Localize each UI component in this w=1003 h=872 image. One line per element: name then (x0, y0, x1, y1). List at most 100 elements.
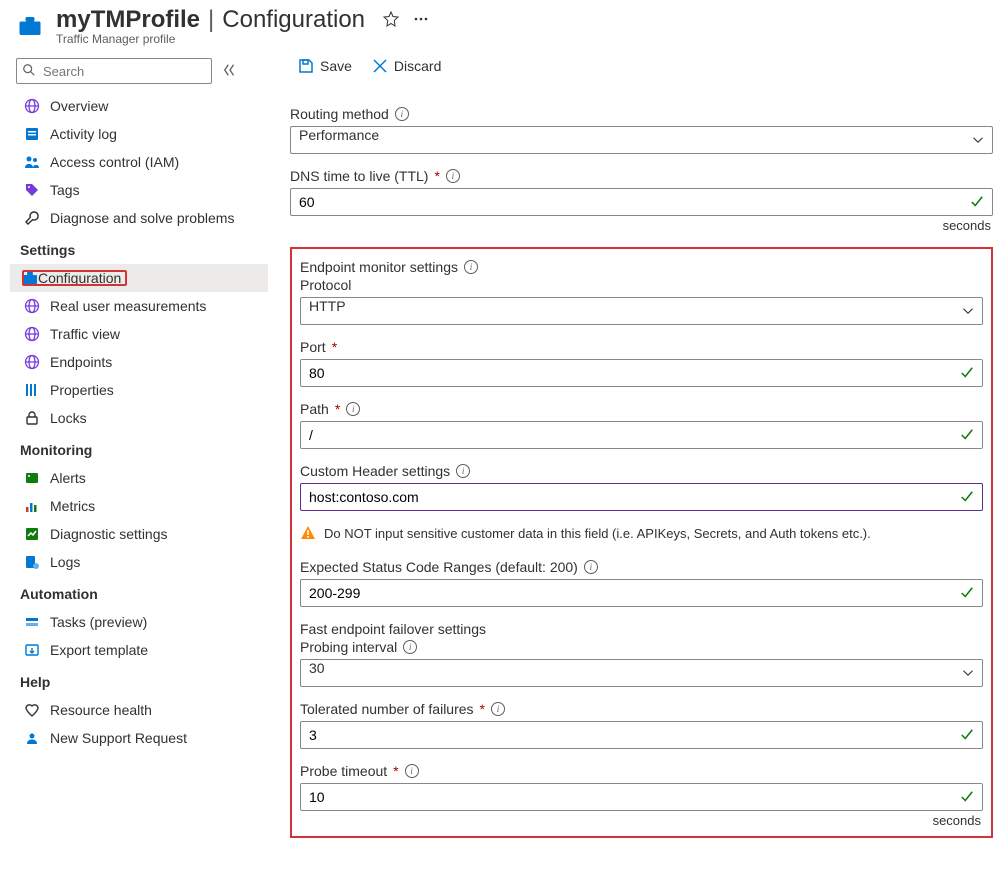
search-input[interactable] (16, 58, 212, 84)
path-input[interactable] (309, 422, 960, 448)
save-label: Save (320, 58, 352, 74)
sidebar-item-label: Real user measurements (50, 298, 206, 314)
info-icon[interactable]: i (405, 764, 419, 778)
page-title: myTMProfile (56, 6, 200, 34)
timeout-input[interactable] (309, 784, 960, 810)
more-button[interactable] (409, 7, 433, 34)
props-icon (24, 382, 40, 398)
sidebar-item-diagnostic-settings[interactable]: Diagnostic settings (10, 520, 268, 548)
info-icon[interactable]: i (491, 702, 505, 716)
sidebar-item-label: Properties (50, 382, 114, 398)
sidebar-item-label: Traffic view (50, 326, 120, 342)
field-tolerated-failures: Tolerated number of failures * i (300, 701, 983, 749)
sensitive-data-warning: Do NOT input sensitive customer data in … (300, 525, 983, 541)
sidebar-item-label: Export template (50, 642, 148, 658)
sidebar-item-access-control-iam[interactable]: Access control (IAM) (10, 148, 268, 176)
info-icon[interactable]: i (584, 560, 598, 574)
port-input[interactable] (309, 360, 960, 386)
failures-input[interactable] (309, 722, 960, 748)
title-separator: | (208, 6, 214, 34)
timeout-label: Probe timeout (300, 763, 387, 779)
main-content: Save Discard Routing method i Performanc… (268, 50, 993, 838)
valid-check-icon (960, 366, 974, 380)
sidebar-item-alerts[interactable]: Alerts (10, 464, 268, 492)
required-marker: * (393, 763, 398, 779)
sidebar-item-label: Metrics (50, 498, 95, 514)
tag-icon (24, 182, 40, 198)
discard-icon (372, 58, 388, 74)
people-icon (24, 154, 40, 170)
valid-check-icon (960, 790, 974, 804)
timeout-input-wrap[interactable] (300, 783, 983, 811)
info-icon[interactable]: i (346, 402, 360, 416)
interval-select[interactable]: 30 (300, 659, 983, 687)
sidebar-item-label: Overview (50, 98, 108, 114)
sidebar-item-traffic-view[interactable]: Traffic view (10, 320, 268, 348)
failures-input-wrap[interactable] (300, 721, 983, 749)
wrench-icon (24, 210, 40, 226)
sidebar-item-diagnose-and-solve-problems[interactable]: Diagnose and solve problems (10, 204, 268, 232)
custom-header-label: Custom Header settings (300, 463, 450, 479)
sidebar-item-label: Tasks (preview) (50, 614, 147, 630)
valid-check-icon (960, 428, 974, 442)
collapse-sidebar-button[interactable] (222, 63, 238, 80)
warning-text: Do NOT input sensitive customer data in … (324, 526, 871, 541)
info-icon[interactable]: i (395, 107, 409, 121)
sidebar-item-label: Configuration (38, 270, 121, 286)
valid-check-icon (960, 586, 974, 600)
sidebar-item-label: Logs (50, 554, 80, 570)
info-icon[interactable]: i (456, 464, 470, 478)
required-marker: * (332, 339, 337, 355)
status-input-wrap[interactable] (300, 579, 983, 607)
sidebar-item-label: Resource health (50, 702, 152, 718)
sidebar: Overview Activity logAccess control (IAM)… (10, 50, 268, 752)
required-marker: * (434, 168, 439, 184)
sidebar-item-label: Alerts (50, 470, 86, 486)
sidebar-item-locks[interactable]: Locks (10, 404, 268, 432)
valid-check-icon (960, 490, 974, 504)
required-marker: * (480, 701, 485, 717)
custom-header-input-wrap[interactable] (300, 483, 983, 511)
activity-icon (24, 126, 40, 142)
field-status-ranges: Expected Status Code Ranges (default: 20… (300, 559, 983, 607)
field-protocol: Protocol HTTP (300, 277, 983, 325)
protocol-label: Protocol (300, 277, 351, 293)
sidebar-item-configuration[interactable]: Configuration (10, 264, 268, 292)
custom-header-input[interactable] (309, 484, 960, 510)
path-input-wrap[interactable] (300, 421, 983, 449)
ttl-input-wrap[interactable] (290, 188, 993, 216)
port-input-wrap[interactable] (300, 359, 983, 387)
discard-button[interactable]: Discard (370, 56, 443, 76)
sidebar-item-new-support-request[interactable]: New Support Request (10, 724, 268, 752)
sidebar-item-tasks-preview[interactable]: Tasks (preview) (10, 608, 268, 636)
sidebar-item-properties[interactable]: Properties (10, 376, 268, 404)
info-icon[interactable]: i (446, 169, 460, 183)
sidebar-item-activity-log[interactable]: Activity log (10, 120, 268, 148)
info-icon[interactable]: i (403, 640, 417, 654)
routing-select[interactable]: Performance (290, 126, 993, 154)
sidebar-item-tags[interactable]: Tags (10, 176, 268, 204)
sidebar-item-overview[interactable]: Overview (10, 92, 268, 120)
info-icon[interactable]: i (464, 260, 478, 274)
page-header: myTMProfile | Configuration Traffic Mana… (10, 0, 993, 50)
protocol-select[interactable]: HTTP (300, 297, 983, 325)
sidebar-item-metrics[interactable]: Metrics (10, 492, 268, 520)
resource-icon (16, 14, 44, 38)
sidebar-search[interactable] (16, 58, 212, 84)
favorite-button[interactable] (379, 7, 403, 34)
ttl-input[interactable] (299, 189, 970, 215)
sidebar-item-export-template[interactable]: Export template (10, 636, 268, 664)
valid-check-icon (960, 728, 974, 742)
lock-icon (24, 410, 40, 426)
sidebar-item-endpoints[interactable]: Endpoints (10, 348, 268, 376)
status-input[interactable] (309, 580, 960, 606)
ttl-unit: seconds (290, 218, 991, 233)
sidebar-item-real-user-measurements[interactable]: Real user measurements (10, 292, 268, 320)
field-probe-timeout: Probe timeout * i seconds (300, 763, 983, 828)
sidebar-item-logs[interactable]: Logs (10, 548, 268, 576)
sidebar-section-help: Help (10, 664, 268, 696)
sidebar-section-settings: Settings (10, 232, 268, 264)
save-button[interactable]: Save (296, 56, 354, 76)
sidebar-item-label: Endpoints (50, 354, 112, 370)
sidebar-item-resource-health[interactable]: Resource health (10, 696, 268, 724)
